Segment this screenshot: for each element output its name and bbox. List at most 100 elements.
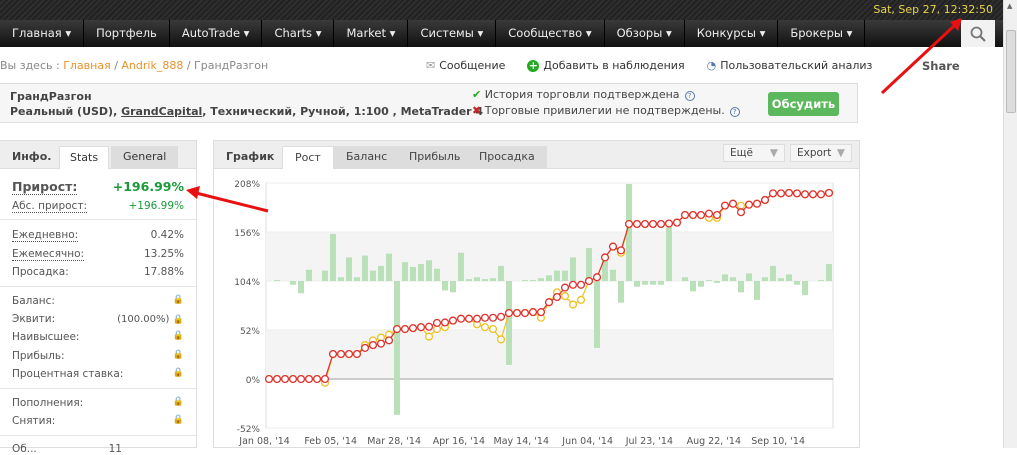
- growth-point: [520, 308, 530, 318]
- growth-point: [720, 201, 730, 210]
- change-bar: [554, 270, 560, 281]
- change-bar: [522, 280, 528, 281]
- change-bar: [378, 265, 384, 281]
- growth-point: [600, 253, 610, 262]
- equity-point: [480, 323, 490, 332]
- change-bar: [394, 281, 400, 415]
- change-bar: [682, 277, 688, 281]
- change-bar: [274, 280, 280, 281]
- change-bar: [642, 281, 648, 285]
- change-bar: [786, 274, 792, 281]
- growth-point: [384, 336, 394, 345]
- change-bar: [386, 253, 392, 281]
- growth-point: [800, 190, 810, 199]
- y-tick-label: -52%: [237, 425, 261, 435]
- growth-point: [632, 219, 642, 229]
- change-bar: [610, 269, 616, 281]
- change-bar: [570, 257, 576, 281]
- equity-point: [576, 295, 586, 304]
- change-bar: [762, 277, 768, 281]
- change-bar: [730, 277, 736, 281]
- change-bar: [722, 274, 728, 281]
- change-bar: [298, 281, 304, 294]
- growth-point: [440, 318, 450, 327]
- change-bar: [586, 248, 592, 281]
- growth-point: [688, 210, 698, 220]
- growth-point: [544, 298, 554, 307]
- change-bar: [754, 281, 760, 300]
- growth-point: [304, 374, 314, 384]
- equity-point: [488, 325, 498, 334]
- growth-point: [512, 308, 522, 318]
- scrollbar[interactable]: ▲: [1003, 0, 1017, 448]
- growth-point: [664, 219, 674, 228]
- change-bar: [338, 277, 344, 281]
- growth-point: [288, 374, 298, 384]
- change-bar: [706, 280, 712, 281]
- growth-point: [776, 189, 786, 198]
- change-bar: [354, 277, 360, 281]
- growth-point: [360, 343, 370, 352]
- growth-point: [808, 190, 818, 199]
- y-tick-label: 156%: [234, 229, 260, 239]
- change-bar: [770, 265, 776, 281]
- growth-point: [648, 219, 658, 229]
- change-bar: [490, 278, 496, 281]
- change-bar: [538, 278, 544, 281]
- x-tick-label: Jul 23, '14: [625, 436, 673, 447]
- growth-point: [712, 210, 722, 220]
- growth-point: [768, 189, 778, 198]
- growth-point: [576, 280, 586, 289]
- equity-point: [424, 332, 434, 341]
- growth-point: [728, 199, 738, 208]
- change-bar: [450, 281, 456, 293]
- change-bar: [650, 281, 656, 285]
- x-tick-label: Apr 16, '14: [433, 436, 485, 447]
- change-bar: [482, 279, 488, 281]
- change-bar: [322, 270, 328, 281]
- growth-chart: 208% 156% 104% 52% 0% -52%Jan 08, '14 Feb 05, …: [234, 180, 834, 447]
- change-bar: [362, 255, 368, 281]
- x-tick-label: May 14, '14: [494, 436, 550, 447]
- growth-point: [368, 341, 378, 350]
- change-bar: [714, 281, 720, 283]
- change-bar: [738, 281, 744, 293]
- growth-point: [272, 374, 282, 384]
- change-bar: [530, 280, 536, 281]
- change-bar: [826, 264, 832, 281]
- growth-point: [312, 374, 322, 384]
- growth-point: [344, 349, 354, 359]
- growth-point: [464, 314, 474, 323]
- y-tick-label: 52%: [240, 327, 260, 337]
- change-bar: [290, 281, 296, 285]
- growth-point: [424, 322, 434, 331]
- growth-point: [792, 189, 802, 198]
- change-bar: [426, 260, 432, 281]
- growth-point: [472, 314, 482, 323]
- growth-point: [736, 208, 746, 217]
- growth-point: [616, 246, 626, 255]
- change-bar: [794, 281, 800, 285]
- growth-point: [680, 210, 690, 220]
- growth-point: [408, 324, 418, 333]
- change-bar: [802, 281, 808, 296]
- growth-point: [480, 313, 490, 322]
- change-bar: [466, 279, 472, 281]
- scroll-thumb[interactable]: [1006, 30, 1016, 113]
- growth-point: [640, 219, 650, 229]
- x-tick-label: Jun 04, '14: [561, 436, 613, 447]
- change-bar: [618, 281, 624, 303]
- growth-point: [584, 276, 594, 286]
- change-bar: [562, 270, 568, 281]
- growth-point: [488, 313, 498, 322]
- equity-point: [496, 335, 506, 344]
- change-bar: [690, 281, 696, 292]
- growth-point: [336, 349, 346, 359]
- growth-point: [296, 374, 306, 384]
- growth-point: [456, 314, 466, 323]
- scroll-up-icon[interactable]: ▲: [1007, 2, 1012, 10]
- change-bar: [370, 270, 376, 281]
- growth-point: [552, 292, 562, 302]
- change-bar: [346, 257, 352, 281]
- growth-point: [752, 199, 762, 208]
